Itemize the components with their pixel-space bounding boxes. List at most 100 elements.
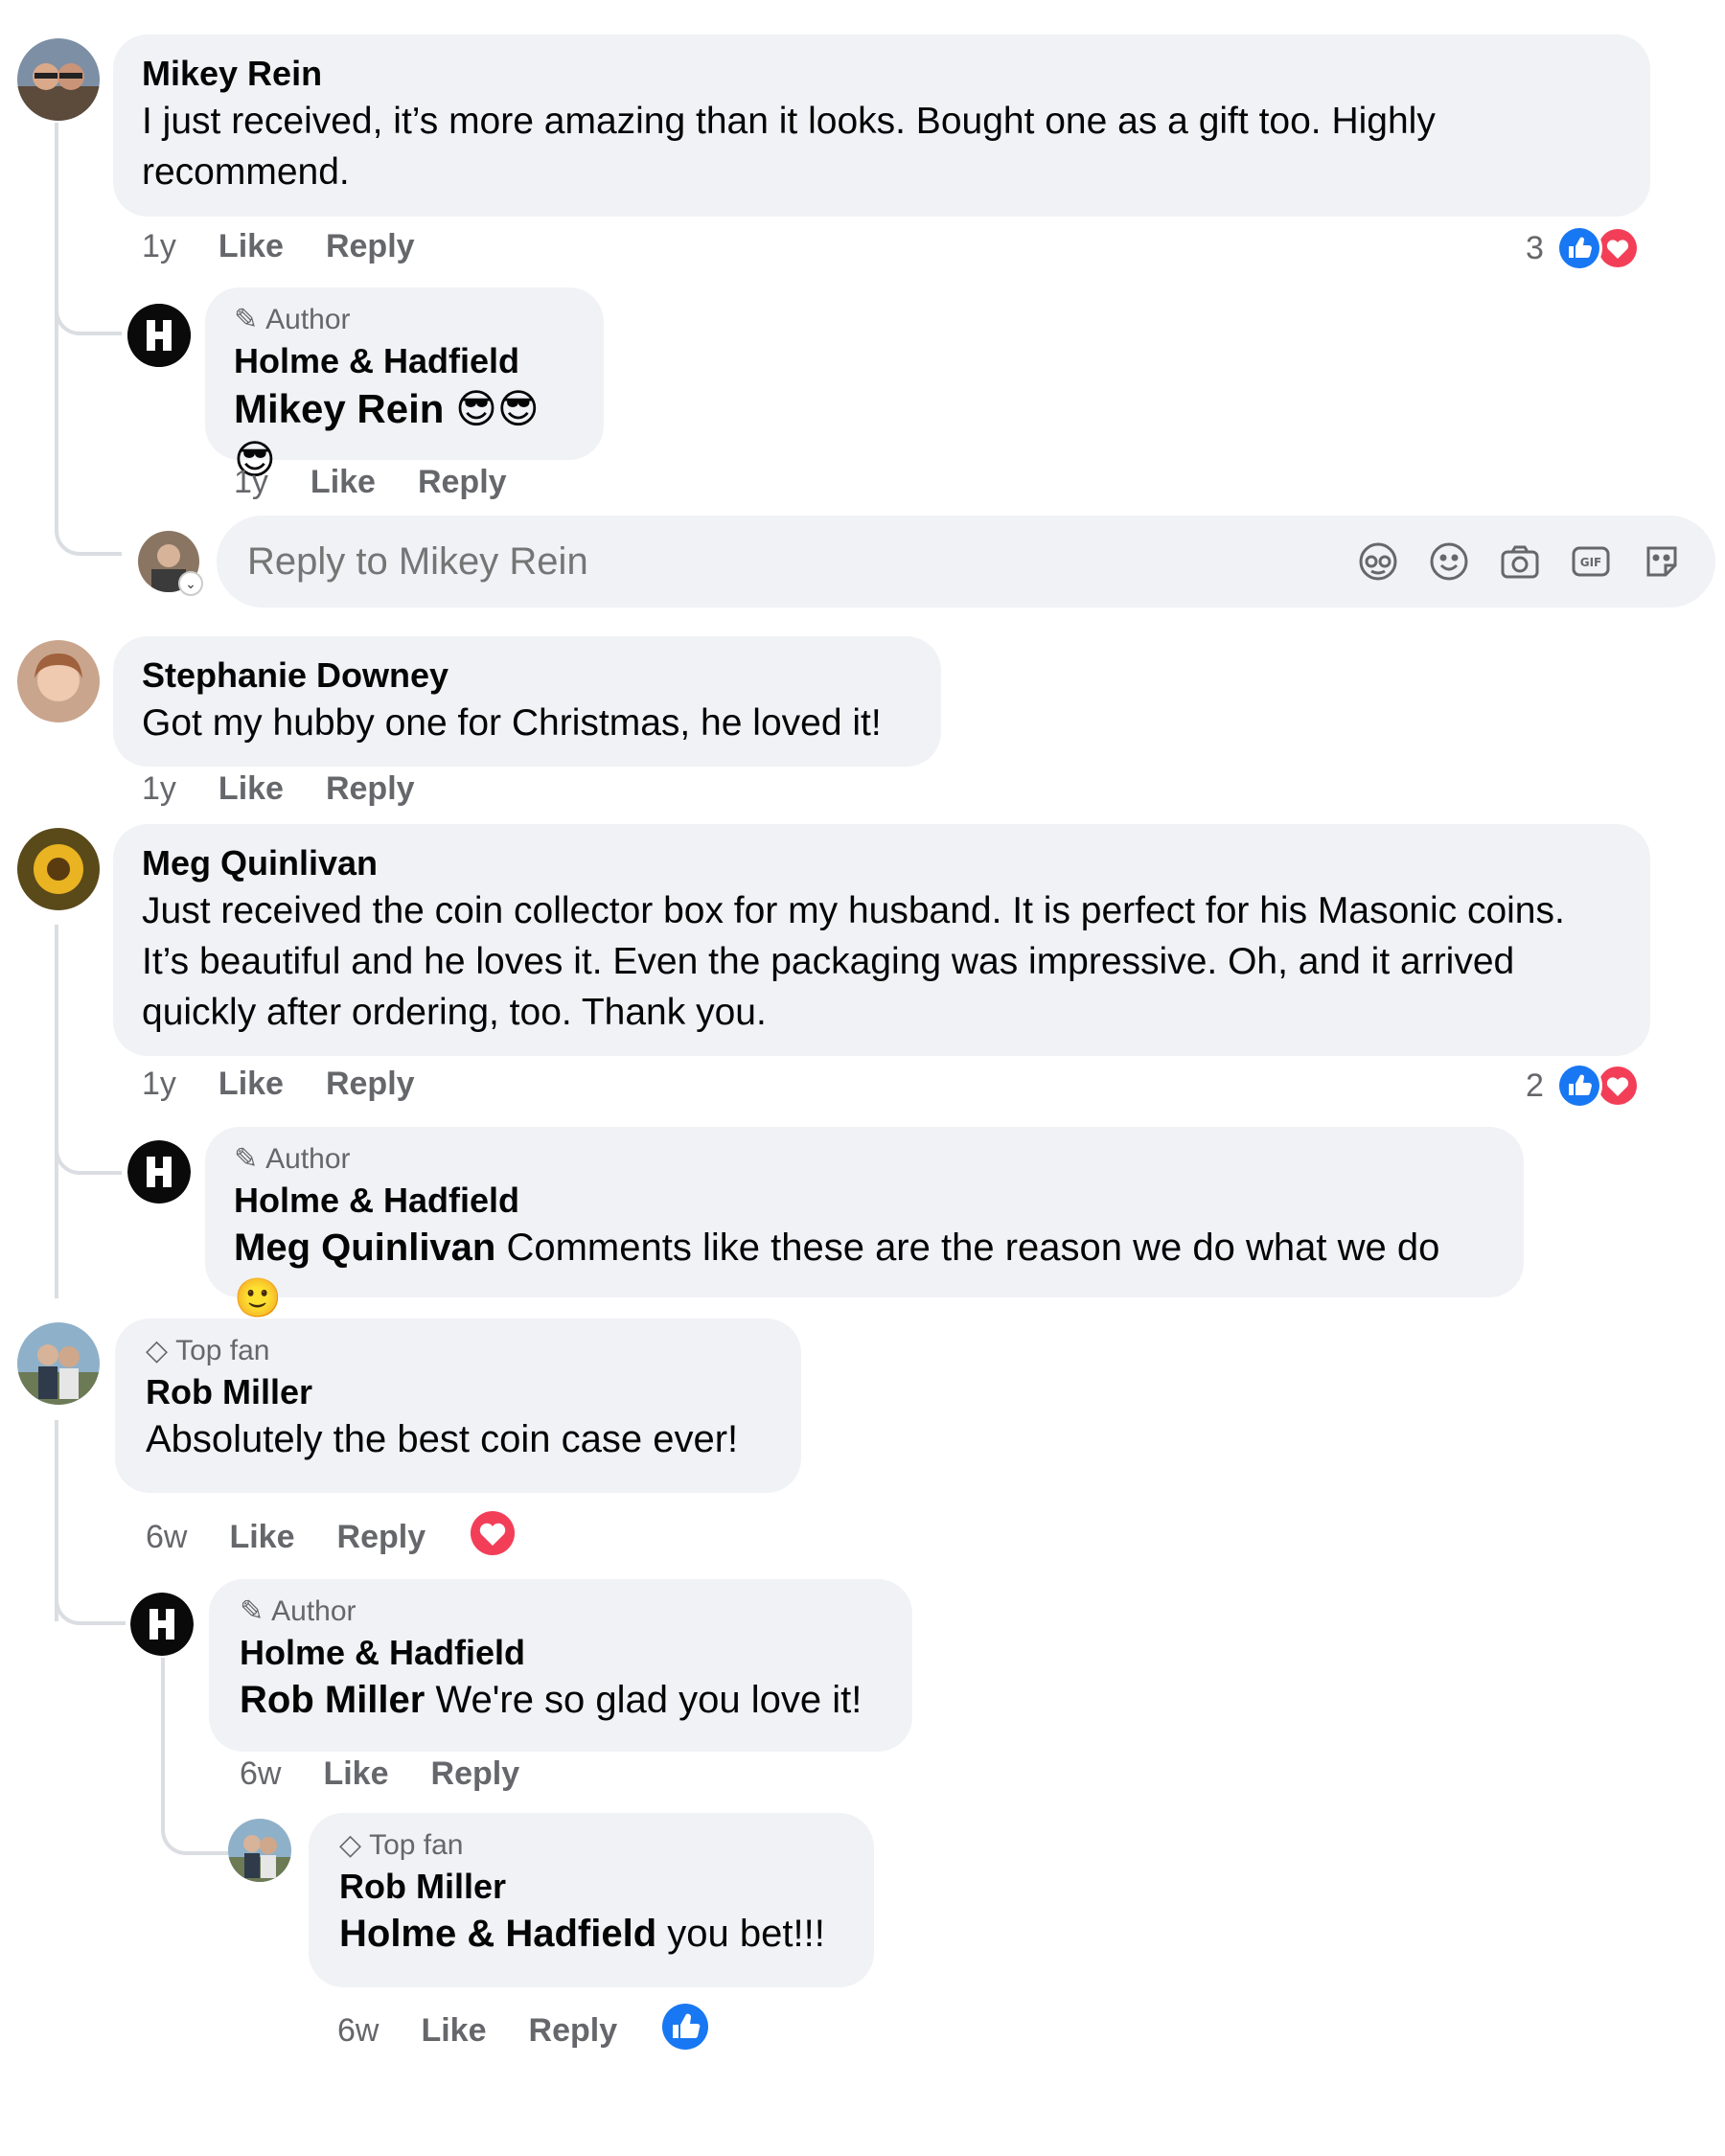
mention-link[interactable]: Mikey Rein: [234, 386, 444, 431]
reply-button[interactable]: Reply: [337, 1519, 426, 1556]
reply-button[interactable]: Reply: [326, 228, 415, 265]
comment-bubble: Stephanie Downey Got my hubby one for Ch…: [113, 636, 941, 767]
comment-text: Just received the coin collector box for…: [142, 890, 1565, 1033]
reply-bubble: ✎ Author Holme & Hadfield Meg Quinlivan …: [205, 1127, 1524, 1319]
like-button[interactable]: Like: [323, 1755, 388, 1793]
author-badge: ✎ Author: [234, 301, 575, 339]
gif-icon[interactable]: GIF: [1566, 537, 1616, 586]
reply-bubble: ◇ Top fan Rob Miller Holme & Hadfield yo…: [309, 1813, 874, 1987]
comment-bubble: ◇ Top fan Rob Miller Absolutely the best…: [115, 1319, 801, 1493]
avatar[interactable]: [17, 640, 100, 722]
comment-author[interactable]: Meg Quinlivan: [142, 841, 1622, 885]
reply-time[interactable]: 6w: [240, 1755, 281, 1793]
avatar[interactable]: [17, 828, 100, 910]
avatar[interactable]: [228, 1819, 291, 1882]
comment-actions: 1y Like Reply: [142, 1066, 457, 1103]
author-badge: ✎ Author: [240, 1593, 882, 1631]
love-reaction[interactable]: [468, 1508, 518, 1567]
reactions-summary[interactable]: [1552, 1061, 1644, 1111]
reply-composer[interactable]: GIF: [217, 516, 1715, 608]
reply-author[interactable]: Holme & Hadfield: [234, 339, 575, 383]
like-icon: [1556, 1063, 1602, 1109]
brand-logo-icon: [127, 1140, 191, 1204]
comment-actions: 1y Like Reply: [142, 228, 457, 265]
reply-bubble: ✎ Author Holme & Hadfield Rob Miller We'…: [209, 1579, 912, 1752]
avatar-sticker-icon[interactable]: [1353, 537, 1403, 586]
comment-author[interactable]: Rob Miller: [146, 1370, 770, 1414]
mention-link[interactable]: Meg Quinlivan: [234, 1227, 495, 1269]
thread-connector: [55, 1571, 126, 1625]
like-button[interactable]: Like: [421, 2012, 486, 2050]
thread-connector: [55, 1140, 122, 1175]
reactions-summary[interactable]: [1552, 223, 1644, 273]
avatar[interactable]: [127, 304, 191, 367]
reply-author[interactable]: Holme & Hadfield: [240, 1631, 882, 1675]
pen-icon: ✎: [240, 1595, 264, 1627]
reply-bubble: ✎ Author Holme & Hadfield Mikey Rein 😎😎😎: [205, 287, 604, 482]
reply-actions: 6w Like Reply: [240, 1755, 562, 1793]
like-button[interactable]: Like: [310, 464, 376, 501]
avatar[interactable]: [17, 38, 100, 121]
comment-bubble: Mikey Rein I just received, it’s more am…: [113, 34, 1650, 217]
pen-icon: ✎: [234, 304, 259, 335]
reply-time[interactable]: 1y: [234, 464, 268, 501]
like-icon: [1556, 225, 1602, 271]
reaction-count[interactable]: 3: [1526, 230, 1544, 267]
thread-connector: [55, 287, 122, 335]
mention-link[interactable]: Holme & Hadfield: [339, 1913, 656, 1955]
diamond-icon: ◇: [339, 1829, 362, 1861]
diamond-icon: ◇: [146, 1335, 169, 1366]
comment-time[interactable]: 1y: [142, 770, 176, 808]
reply-author[interactable]: Rob Miller: [339, 1865, 843, 1909]
comment-text: Absolutely the best coin case ever!: [146, 1418, 739, 1460]
top-fan-badge: ◇ Top fan: [339, 1826, 843, 1865]
comment-time[interactable]: 1y: [142, 1066, 176, 1103]
brand-logo-icon: [130, 1593, 194, 1656]
comment-author[interactable]: Mikey Rein: [142, 52, 1622, 96]
comment-text: I just received, it’s more amazing than …: [142, 101, 1436, 193]
reply-button[interactable]: Reply: [418, 464, 507, 501]
author-badge: ✎ Author: [234, 1140, 1495, 1179]
comment-actions: 1y Like Reply: [142, 770, 457, 808]
reply-text: you bet!!!: [656, 1913, 825, 1955]
camera-icon[interactable]: [1495, 537, 1545, 586]
top-fan-badge: ◇ Top fan: [146, 1332, 770, 1370]
reply-author[interactable]: Holme & Hadfield: [234, 1179, 1495, 1223]
reply-text: We're so glad you love it!: [425, 1679, 862, 1721]
like-button[interactable]: Like: [229, 1519, 294, 1556]
reply-input[interactable]: [245, 539, 1332, 585]
avatar[interactable]: [127, 1140, 191, 1204]
sticker-icon[interactable]: [1637, 537, 1687, 586]
brand-logo-icon: [127, 304, 191, 367]
mention-link[interactable]: Rob Miller: [240, 1679, 425, 1721]
emoji-icon[interactable]: [1424, 537, 1474, 586]
svg-text:GIF: GIF: [1580, 556, 1602, 569]
comment-author[interactable]: Stephanie Downey: [142, 654, 912, 698]
thread-line: [55, 925, 58, 1298]
avatar[interactable]: [130, 1593, 194, 1656]
love-icon: [471, 1511, 516, 1555]
reply-time[interactable]: 6w: [337, 2012, 379, 2050]
reply-button[interactable]: Reply: [431, 1755, 520, 1793]
like-reaction[interactable]: [659, 2001, 711, 2061]
comment-actions: 6w Like Reply: [146, 1508, 518, 1567]
reply-button[interactable]: Reply: [326, 1066, 415, 1103]
like-icon: [662, 2004, 709, 2050]
pen-icon: ✎: [234, 1143, 259, 1175]
reply-button[interactable]: Reply: [529, 2012, 618, 2050]
reply-actions: 6w Like Reply: [337, 2001, 711, 2061]
reaction-count[interactable]: 2: [1526, 1067, 1544, 1105]
like-button[interactable]: Like: [218, 228, 284, 265]
like-button[interactable]: Like: [218, 770, 284, 808]
thread-connector: [55, 420, 122, 556]
reply-actions: 1y Like Reply: [234, 464, 549, 501]
like-button[interactable]: Like: [218, 1066, 284, 1103]
chevron-down-icon[interactable]: ⌄: [178, 571, 203, 596]
comment-time[interactable]: 6w: [146, 1519, 187, 1556]
comment-bubble: Meg Quinlivan Just received the coin col…: [113, 824, 1650, 1056]
thread-line: [161, 1658, 165, 1821]
thread-line: [55, 123, 58, 420]
comment-time[interactable]: 1y: [142, 228, 176, 265]
avatar[interactable]: [17, 1322, 100, 1405]
reply-button[interactable]: Reply: [326, 770, 415, 808]
